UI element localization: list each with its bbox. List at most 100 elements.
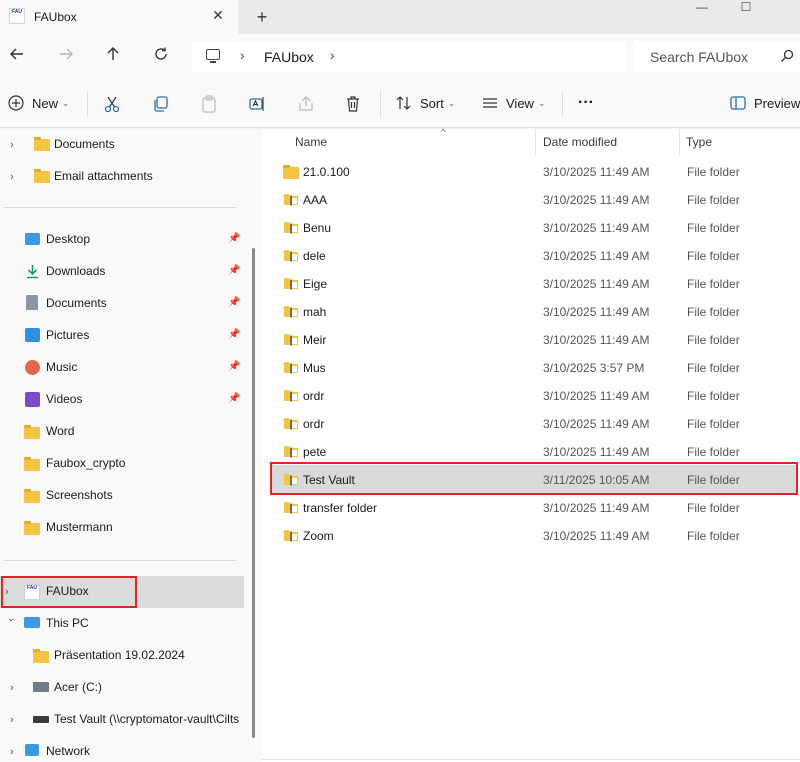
column-header-name[interactable]: Name ^: [295, 127, 535, 155]
chevron-right-icon[interactable]: ›: [10, 681, 22, 695]
file-name[interactable]: ordr: [303, 417, 324, 431]
forward-button[interactable]: [55, 46, 77, 68]
file-name[interactable]: mah: [303, 305, 326, 319]
nav-item-documents-top[interactable]: › Documents: [0, 129, 244, 161]
file-name[interactable]: dele: [303, 249, 326, 263]
highlight-box-test-vault: [270, 462, 798, 495]
address-bar[interactable]: › FAUbox ›: [192, 41, 626, 72]
table-row[interactable]: Zoom 3/10/2025 11:49 AM File folder: [270, 521, 796, 549]
table-row[interactable]: ordr 3/10/2025 11:49 AM File folder: [270, 409, 796, 437]
table-row[interactable]: Benu 3/10/2025 11:49 AM File folder: [270, 213, 796, 241]
table-row[interactable]: Mus 3/10/2025 3:57 PM File folder: [270, 353, 796, 381]
rename-icon[interactable]: [248, 95, 266, 113]
table-row[interactable]: pete 3/10/2025 11:49 AM File folder: [270, 437, 796, 465]
back-button[interactable]: [6, 46, 28, 68]
file-name[interactable]: 21.0.100: [303, 165, 350, 179]
cut-icon[interactable]: [103, 95, 121, 113]
pin-icon[interactable]: 📌: [228, 297, 242, 311]
breadcrumb-chevron-icon[interactable]: ›: [330, 47, 335, 63]
file-name[interactable]: Eige: [303, 277, 327, 291]
nav-item-desktop[interactable]: Desktop 📌: [0, 224, 244, 256]
pin-icon[interactable]: 📌: [228, 393, 242, 407]
nav-item-pictures[interactable]: Pictures 📌: [0, 320, 244, 352]
search-box[interactable]: Search FAUbox: [634, 41, 800, 72]
nav-item-test-vault-drive[interactable]: › Test Vault (\\cryptomator-vault\Cilts: [0, 704, 250, 736]
network-icon: [25, 744, 39, 756]
column-divider[interactable]: [679, 129, 680, 155]
more-options-button[interactable]: ···: [578, 78, 594, 128]
delete-icon[interactable]: [344, 95, 362, 113]
nav-item-documents[interactable]: Documents 📌: [0, 288, 244, 320]
nav-label: Pictures: [46, 328, 90, 342]
tab-faubox[interactable]: FAU FAUbox ✕: [0, 0, 238, 34]
search-icon[interactable]: [780, 49, 794, 63]
breadcrumb-faubox[interactable]: FAUbox: [264, 49, 314, 65]
up-button[interactable]: [102, 46, 124, 68]
chevron-right-icon[interactable]: ›: [10, 170, 22, 184]
column-header-date[interactable]: Date modified: [543, 129, 673, 155]
chevron-right-icon[interactable]: ›: [10, 745, 22, 759]
nav-label: This PC: [46, 616, 89, 630]
file-name[interactable]: Mus: [303, 361, 326, 375]
chevron-right-icon[interactable]: ›: [10, 713, 22, 727]
nav-item-email-attachments[interactable]: › Email attachments: [0, 161, 244, 193]
breadcrumb-chevron-icon[interactable]: ›: [240, 47, 245, 63]
nav-item-music[interactable]: Music 📌: [0, 352, 244, 384]
table-row[interactable]: 21.0.100 3/10/2025 11:49 AM File folder: [270, 157, 796, 185]
minimize-button[interactable]: —: [680, 0, 724, 16]
maximize-button[interactable]: ☐: [724, 0, 768, 16]
copy-icon[interactable]: [152, 95, 170, 113]
tab-close-icon[interactable]: ✕: [210, 7, 226, 23]
table-row[interactable]: Eige 3/10/2025 11:49 AM File folder: [270, 269, 796, 297]
file-date-modified: 3/10/2025 11:49 AM: [543, 333, 650, 347]
chevron-down-icon[interactable]: ›: [4, 618, 18, 630]
nav-item-network[interactable]: › Network: [0, 736, 244, 762]
file-name[interactable]: AAA: [303, 193, 327, 207]
file-list: Name ^ Date modified Type 21.0.100 3/10/2…: [262, 127, 800, 762]
new-button[interactable]: New ⌄: [8, 78, 70, 128]
pin-icon[interactable]: 📌: [228, 265, 242, 279]
nav-item-mustermann[interactable]: Mustermann: [0, 512, 244, 544]
nav-item-drive-c[interactable]: › Acer (C:): [0, 672, 244, 704]
column-divider[interactable]: [535, 129, 536, 155]
table-row[interactable]: ordr 3/10/2025 11:49 AM File folder: [270, 381, 796, 409]
nav-item-praesentation[interactable]: Präsentation 19.02.2024: [0, 640, 244, 672]
file-name[interactable]: Zoom: [303, 529, 334, 543]
folder-icon: [33, 649, 49, 663]
file-type: File folder: [687, 501, 740, 515]
table-row[interactable]: AAA 3/10/2025 11:49 AM File folder: [270, 185, 796, 213]
sync-folder-icon: [284, 362, 298, 374]
file-name[interactable]: Meir: [303, 333, 326, 347]
nav-item-faubox-crypto[interactable]: Faubox_crypto: [0, 448, 244, 480]
nav-item-this-pc[interactable]: › This PC: [0, 608, 244, 640]
pin-icon[interactable]: 📌: [228, 361, 242, 375]
nav-item-videos[interactable]: Videos 📌: [0, 384, 244, 416]
nav-item-downloads[interactable]: Downloads 📌: [0, 256, 244, 288]
column-header-type[interactable]: Type: [686, 129, 786, 155]
table-row[interactable]: mah 3/10/2025 11:49 AM File folder: [270, 297, 796, 325]
new-tab-button[interactable]: +: [252, 7, 272, 27]
sort-button[interactable]: Sort ⌄: [396, 78, 455, 128]
table-row[interactable]: transfer folder 3/10/2025 11:49 AM File fo…: [270, 493, 796, 521]
nav-scrollbar[interactable]: [252, 248, 255, 738]
paste-icon[interactable]: [200, 95, 218, 113]
share-icon[interactable]: [297, 95, 315, 113]
preview-button[interactable]: Preview: [730, 78, 800, 128]
pin-icon[interactable]: 📌: [228, 233, 242, 247]
table-row[interactable]: Meir 3/10/2025 11:49 AM File folder: [270, 325, 796, 353]
file-type: File folder: [687, 529, 740, 543]
refresh-button[interactable]: [150, 46, 172, 68]
pin-icon[interactable]: 📌: [228, 329, 242, 343]
chevron-right-icon[interactable]: ›: [10, 138, 22, 152]
nav-item-word[interactable]: Word: [0, 416, 244, 448]
table-row[interactable]: dele 3/10/2025 11:49 AM File folder: [270, 241, 796, 269]
file-date-modified: 3/10/2025 11:49 AM: [543, 165, 650, 179]
file-name[interactable]: ordr: [303, 389, 324, 403]
nav-label: Präsentation 19.02.2024: [54, 648, 185, 662]
view-button[interactable]: View ⌄: [482, 78, 546, 128]
file-name[interactable]: transfer folder: [303, 501, 377, 515]
file-name[interactable]: Benu: [303, 221, 331, 235]
file-name[interactable]: pete: [303, 445, 326, 459]
file-date-modified: 3/10/2025 11:49 AM: [543, 305, 650, 319]
nav-item-screenshots[interactable]: Screenshots: [0, 480, 244, 512]
